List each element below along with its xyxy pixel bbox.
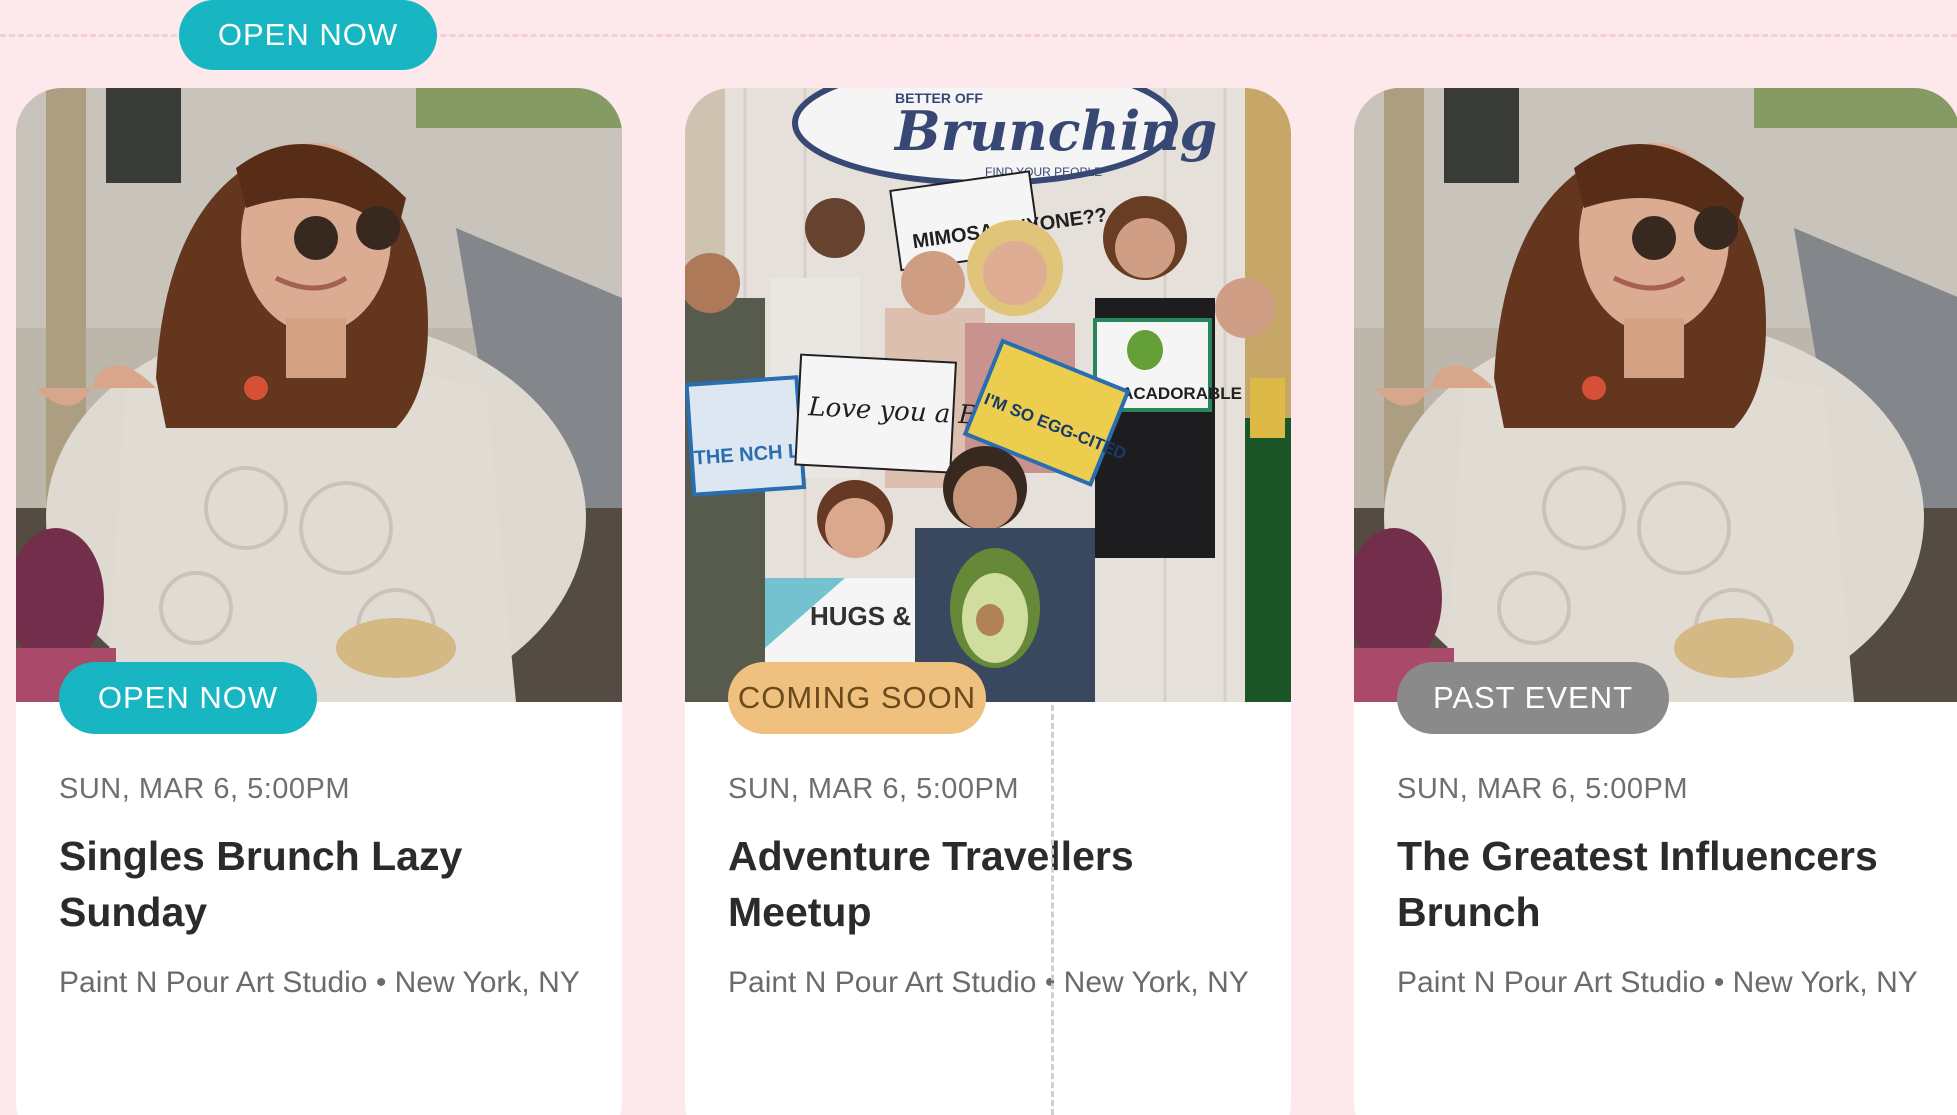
event-carousel: OPEN NOW OPEN NOW SUN, MAR 6, 5:00PM Sin… <box>0 0 1957 1115</box>
event-location: Paint N Pour Art Studio • New York, NY <box>59 966 580 999</box>
status-badge: OPEN NOW <box>59 662 317 734</box>
status-badge: PAST EVENT <box>1397 662 1669 734</box>
status-badge: COMING SOON <box>728 662 986 734</box>
event-photo <box>16 88 622 702</box>
event-photo <box>1354 88 1957 702</box>
open-now-badge: OPEN NOW <box>179 0 437 70</box>
event-date: SUN, MAR 6, 5:00PM <box>59 773 351 805</box>
event-title[interactable]: The Greatest Influencers Brunch <box>1397 828 1937 940</box>
event-location: Paint N Pour Art Studio • New York, NY <box>728 966 1249 999</box>
event-card[interactable]: PAST EVENT SUN, MAR 6, 5:00PM The Greate… <box>1354 88 1957 1115</box>
divider-line <box>1051 705 1054 1115</box>
event-date: SUN, MAR 6, 5:00PM <box>728 773 1020 805</box>
event-card[interactable]: BETTER OFF Brunching FIND YOUR PEOPLE MI… <box>685 88 1291 1115</box>
event-location: Paint N Pour Art Studio • New York, NY <box>1397 966 1918 999</box>
event-title[interactable]: Adventure Travellers Meetup <box>728 828 1268 940</box>
event-date: SUN, MAR 6, 5:00PM <box>1397 773 1689 805</box>
event-photo: BETTER OFF Brunching FIND YOUR PEOPLE MI… <box>685 88 1291 702</box>
event-card[interactable]: OPEN NOW SUN, MAR 6, 5:00PM Singles Brun… <box>16 88 622 1115</box>
event-title[interactable]: Singles Brunch Lazy Sunday <box>59 828 599 940</box>
